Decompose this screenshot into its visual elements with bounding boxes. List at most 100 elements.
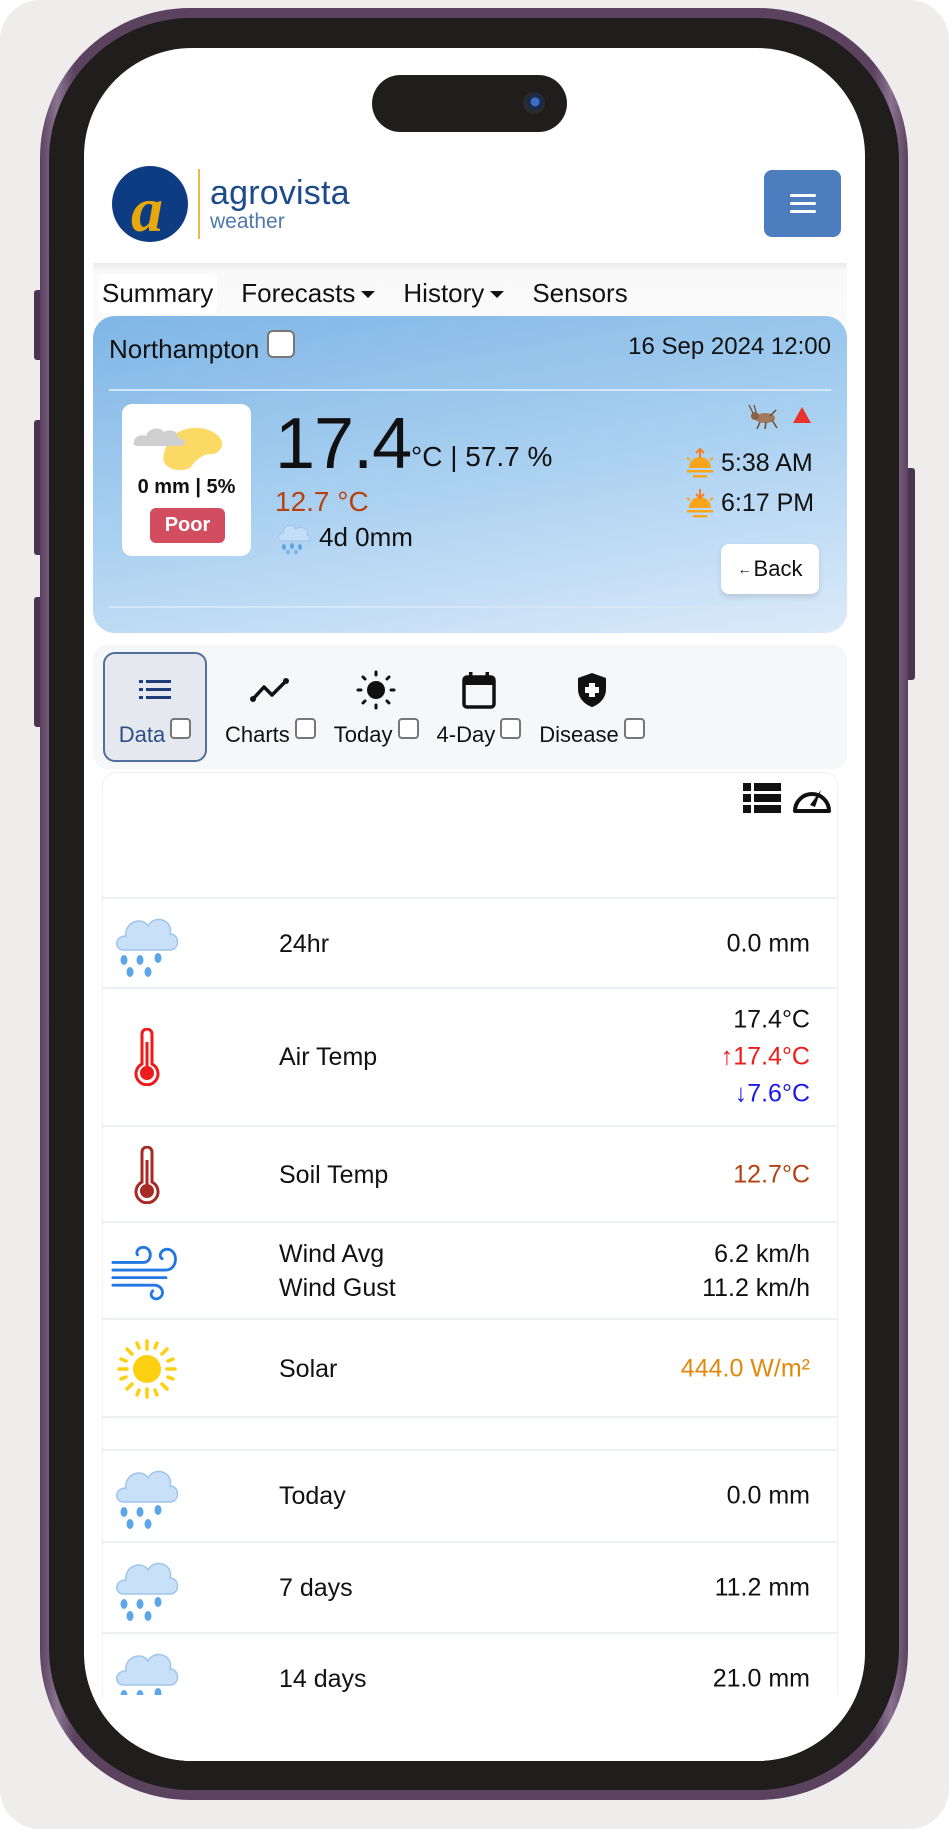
phone-screen: a agrovista weather Summary Forecasts Hi… xyxy=(84,48,865,1761)
location-name: Northampton xyxy=(109,334,260,364)
rain-today-row: Today 0.0 mm xyxy=(103,1449,837,1541)
wind-icon xyxy=(111,1235,183,1307)
sunset-time: 6:17 PM xyxy=(721,488,815,517)
tab-label: Today xyxy=(333,722,393,747)
forecast-tile[interactable]: 0 mm | 5% Poor xyxy=(122,404,251,556)
row-label: Wind Avg Wind Gust xyxy=(279,1237,396,1305)
row-value: 6.2 km/h 11.2 km/h xyxy=(702,1237,810,1305)
back-label: Back xyxy=(753,556,803,581)
row-value: 0.0 mm xyxy=(726,1481,810,1510)
nav-label: Summary xyxy=(102,277,214,308)
divider xyxy=(109,606,831,608)
back-button[interactable]: ← Back xyxy=(721,544,819,594)
air-temp-max-value: 17.4°C xyxy=(733,1042,810,1071)
camera-icon xyxy=(523,92,545,114)
tab-checkbox[interactable] xyxy=(170,717,192,739)
menu-toggle-button[interactable] xyxy=(764,170,841,237)
row-label: 7 days xyxy=(279,1574,353,1602)
view-tabs: Data Charts Today 4-Day Disease xyxy=(93,645,847,769)
rain-forecast-text: 4d 0mm xyxy=(319,521,413,552)
row-value: 17.4°C ↑17.4°C ↓7.6°C xyxy=(721,1002,810,1113)
tab-4-day[interactable]: 4-Day xyxy=(437,652,522,762)
nav-sensors[interactable]: Sensors xyxy=(528,274,631,313)
tab-charts[interactable]: Charts xyxy=(225,652,316,762)
divider xyxy=(109,389,831,391)
brand-logo[interactable]: a agrovista weather xyxy=(112,166,350,242)
tab-label: 4-Day xyxy=(436,722,496,747)
data-panel: 24hr 0.0 mm Air Temp 17.4°C ↑17.4°C ↓7.6… xyxy=(102,772,838,1761)
tab-label: Charts xyxy=(225,722,290,747)
location: Northampton xyxy=(109,329,296,365)
soil-temp-row: Soil Temp 12.7°C xyxy=(103,1125,837,1222)
rain-cloud-icon xyxy=(111,908,183,980)
shield-plus-icon xyxy=(572,670,612,710)
wind-row: Wind Avg Wind Gust 6.2 km/h 11.2 km/h xyxy=(103,1221,837,1318)
tab-today[interactable]: Today xyxy=(334,652,419,762)
nav-label: Forecasts xyxy=(241,277,356,308)
row-label: 24hr xyxy=(279,929,330,958)
partly-cloudy-icon xyxy=(133,427,223,470)
tab-checkbox[interactable] xyxy=(500,717,522,739)
row-label: 14 days xyxy=(279,1665,367,1693)
tab-disease[interactable]: Disease xyxy=(539,652,645,762)
brand-subtitle: weather xyxy=(210,210,285,233)
location-checkbox[interactable] xyxy=(267,329,296,358)
wind-gust-value: 11.2 km/h xyxy=(702,1273,810,1302)
tab-checkbox[interactable] xyxy=(623,717,645,739)
caret-down-icon xyxy=(490,290,505,298)
air-temp-max: ↑17.4°C xyxy=(721,1039,810,1076)
precip-summary: 0 mm | 5% xyxy=(137,476,236,498)
sunrise-icon xyxy=(686,447,714,478)
sunset-icon xyxy=(686,489,714,518)
observation-datetime: 16 Sep 2024 12:00 xyxy=(628,333,831,360)
tab-checkbox[interactable] xyxy=(397,717,419,739)
spray-condition-badge: Poor xyxy=(150,508,225,543)
row-value: 11.2 mm xyxy=(714,1573,810,1602)
air-temp-current: 17.4°C xyxy=(733,1005,810,1034)
wind-avg-value: 6.2 km/h xyxy=(714,1239,810,1268)
rain-7-days-row: 7 days 11.2 mm xyxy=(103,1541,837,1633)
air-temp-min-value: 7.6°C xyxy=(747,1079,810,1108)
list-icon xyxy=(135,670,175,710)
tab-checkbox[interactable] xyxy=(294,717,316,739)
tab-label: Data xyxy=(118,722,166,747)
screen-bottom-safe-area xyxy=(84,1695,865,1761)
nav-label: Sensors xyxy=(532,277,628,308)
row-label: Soil Temp xyxy=(279,1160,389,1189)
caret-down-icon xyxy=(361,290,376,298)
alert-triangle-icon[interactable] xyxy=(793,407,811,423)
logo-mark-icon: a xyxy=(112,166,188,242)
air-temp-row: Air Temp 17.4°C ↑17.4°C ↓7.6°C xyxy=(103,987,837,1125)
table-view-icon[interactable] xyxy=(743,783,781,813)
main-nav: Summary Forecasts History Sensors xyxy=(93,263,847,323)
rain-cloud-icon xyxy=(111,1460,183,1532)
nav-summary[interactable]: Summary xyxy=(98,273,218,313)
thermometer-icon xyxy=(111,1021,183,1093)
nav-forecasts[interactable]: Forecasts xyxy=(237,274,379,313)
wind-gust-label: Wind Gust xyxy=(279,1273,396,1302)
sunset: 6:17 PM xyxy=(683,486,814,520)
air-temp-min: ↓7.6°C xyxy=(721,1076,810,1113)
current-temperature: 17.4 xyxy=(275,404,412,484)
sunrise-time: 5:38 AM xyxy=(721,448,813,477)
dynamic-island xyxy=(372,75,567,132)
wind-avg-label: Wind Avg xyxy=(279,1239,385,1268)
line-chart-icon xyxy=(250,670,290,710)
row-label: Solar xyxy=(279,1354,338,1383)
row-value: 12.7°C xyxy=(733,1160,810,1188)
pest-cricket-icon[interactable] xyxy=(748,404,778,430)
arrow-left-icon: ← xyxy=(737,561,752,577)
logo-divider xyxy=(198,169,200,239)
tab-data[interactable]: Data xyxy=(103,652,207,762)
soil-temperature: 12.7 °C xyxy=(275,486,369,517)
nav-history[interactable]: History xyxy=(399,274,508,313)
row-value: 21.0 mm xyxy=(712,1664,810,1693)
hamburger-icon xyxy=(789,194,816,213)
row-value: 444.0 W/m² xyxy=(680,1354,810,1382)
panel-view-toggles xyxy=(733,781,833,815)
thermometer-icon xyxy=(111,1139,183,1211)
rain-forecast: 4d 0mm xyxy=(275,519,413,555)
nav-label: History xyxy=(403,277,485,308)
gauge-view-icon[interactable] xyxy=(791,781,833,815)
weather-summary-card: Northampton 16 Sep 2024 12:00 0 mm | 5% … xyxy=(93,316,847,633)
